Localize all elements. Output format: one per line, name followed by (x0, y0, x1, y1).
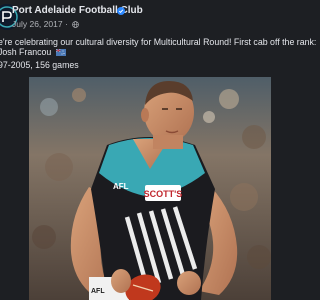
caption-line-3: 97-2005, 156 games (0, 60, 79, 70)
australian-flag-icon (55, 49, 66, 56)
meta-separator: · (64, 19, 68, 29)
shorts-logo-text: AFL (91, 288, 105, 295)
post-photo[interactable]: SCOTT'S AFL AFL (29, 77, 271, 300)
post-date[interactable]: July 26, 2017 (12, 19, 63, 29)
player-name: Josh Francou (0, 47, 52, 57)
caption-line-2: Josh Francou (0, 47, 66, 57)
globe-icon (72, 21, 79, 28)
post-meta: July 26, 2017 · (12, 19, 79, 29)
post-header: Port Adelaide Football Club July 26, 201… (0, 4, 300, 32)
caption-line-1: e're celebrating our cultural diversity … (0, 37, 317, 47)
football-player-photo: SCOTT'S AFL AFL (29, 77, 271, 300)
jersey-sponsor-text: SCOTT'S (144, 189, 183, 199)
sleeve-logo-text: AFL (113, 182, 129, 191)
verified-badge-icon (117, 7, 125, 15)
